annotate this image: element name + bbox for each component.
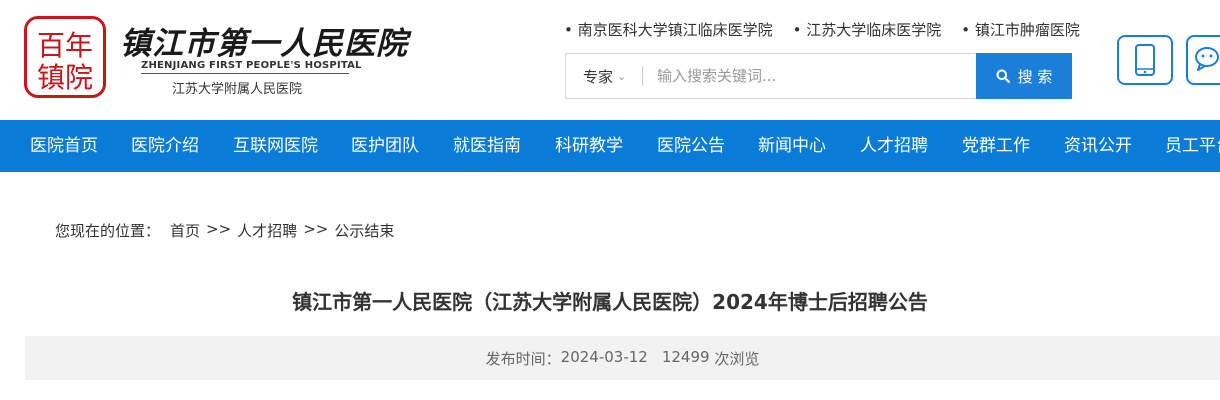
mobile-site-button[interactable] [1117,35,1173,85]
breadcrumb-current[interactable]: 公示结束 [334,220,394,241]
article-meta-bar: 发布时间： 2024-03-12 12499 次浏览 [25,336,1220,380]
breadcrumb: 您现在的位置： 首页 >> 人才招聘 >> 公示结束 [55,220,394,241]
nav-item-party-work[interactable]: 党群工作 [962,120,1030,172]
view-count-value: 12499 [661,347,710,366]
nav-item-recruitment[interactable]: 人才招聘 [860,120,928,172]
nav-item-research-teaching[interactable]: 科研教学 [555,120,623,172]
breadcrumb-recruitment[interactable]: 人才招聘 [237,220,297,241]
chevron-down-icon: ⌄ [617,69,627,83]
publish-date: 2024-03-12 [560,347,648,366]
search-category-value: 专家 [583,67,614,86]
nav-item-about[interactable]: 医院介绍 [131,120,199,172]
view-count-label: 次浏览 [714,349,760,368]
nav-item-news[interactable]: 新闻中心 [758,120,826,172]
nav-item-patient-guide[interactable]: 就医指南 [453,120,521,172]
view-count: 12499 次浏览 [662,348,760,369]
nav-item-home[interactable]: 医院首页 [30,120,98,172]
search-icon [996,69,1010,83]
logo-english-name: ZHENJIANG FIRST PEOPLE'S HOSPITAL [141,60,361,74]
partner-link-jiangsu[interactable]: • 江苏大学临床医学院 [793,19,942,40]
nav-item-internet-hospital[interactable]: 互联网医院 [233,120,318,172]
nav-list: 医院首页 医院介绍 互联网医院 医护团队 就医指南 科研教学 医院公告 新闻中心… [0,120,1220,172]
search-button[interactable]: 搜 索 [976,53,1072,99]
partner-links: • 南京医科大学镇江临床医学院 • 江苏大学临床医学院 • 镇江市肿瘤医院 [564,19,1080,40]
article-title: 镇江市第一人民医院（江苏大学附属人民医院）2024年博士后招聘公告 [292,290,928,314]
breadcrumb-separator: >> [206,220,232,238]
partner-link-nanjing[interactable]: • 南京医科大学镇江临床医学院 [564,19,773,40]
publish-time: 发布时间： 2024-03-12 [486,348,648,369]
logo-hospital-name[interactable]: 镇江市第一人民医院 [120,18,408,63]
logo-seal[interactable]: 百年 镇院 [24,16,106,98]
publish-label: 发布时间： [485,349,561,368]
wechat-icon [1195,47,1219,71]
nav-item-information[interactable]: 资讯公开 [1064,120,1132,172]
breadcrumb-prefix: 您现在的位置： [55,222,161,240]
search-box: 专家 ⌄ 搜 索 [565,53,1072,99]
wechat-button[interactable] [1186,35,1220,85]
nav-item-staff[interactable]: 员工平台 [1165,120,1220,172]
search-input[interactable] [643,54,976,98]
site-header: 百年 镇院 镇江市第一人民医院 ZHENJIANG FIRST PEOPLE'S… [0,0,1220,120]
breadcrumb-home[interactable]: 首页 [170,220,200,241]
mobile-phone-icon [1135,44,1155,76]
search-button-label: 搜 索 [1017,67,1053,86]
logo-subtitle: 江苏大学附属人民医院 [172,82,303,97]
svg-text:百年: 百年 [37,29,93,62]
main-nav: 医院首页 医院介绍 互联网医院 医护团队 就医指南 科研教学 医院公告 新闻中心… [0,120,1220,172]
search-category-select[interactable]: 专家 ⌄ [566,54,642,98]
partner-link-tumor[interactable]: • 镇江市肿瘤医院 [961,19,1080,40]
breadcrumb-separator: >> [303,220,329,238]
svg-text:镇院: 镇院 [37,61,93,94]
nav-item-announcements[interactable]: 医院公告 [657,120,725,172]
nav-item-medical-team[interactable]: 医护团队 [351,120,419,172]
